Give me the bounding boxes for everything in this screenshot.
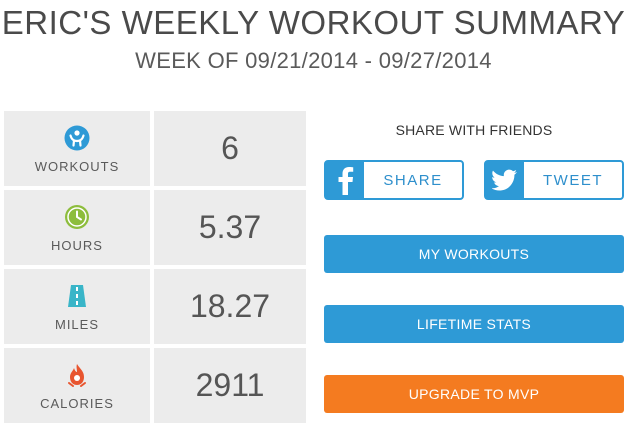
stat-row-hours: HOURS 5.37 <box>4 190 306 265</box>
stat-value: 18.27 <box>154 269 306 344</box>
stat-label-cell: MILES <box>4 269 150 344</box>
stat-value: 5.37 <box>154 190 306 265</box>
stat-value: 6 <box>154 111 306 186</box>
road-icon <box>68 285 86 307</box>
stat-row-miles: MILES 18.27 <box>4 269 306 344</box>
stat-row-workouts: WORKOUTS 6 <box>4 111 306 186</box>
stat-label: MILES <box>54 317 99 332</box>
my-workouts-button[interactable]: MY WORKOUTS <box>324 235 624 273</box>
stat-label-cell: WORKOUTS <box>4 111 150 186</box>
twitter-icon <box>492 169 517 191</box>
flame-icon <box>68 364 86 387</box>
stat-value: 2911 <box>154 348 306 423</box>
week-range: WEEK OF 09/21/2014 - 09/27/2014 <box>135 48 492 73</box>
stats-grid: WORKOUTS 6 HOURS 5.37 MILES 18.27 CALORI… <box>4 111 306 430</box>
stat-label-cell: HOURS <box>4 190 150 265</box>
clock-icon <box>65 205 89 229</box>
lifetime-stats-button[interactable]: LIFETIME STATS <box>324 305 624 343</box>
person-icon <box>64 125 90 151</box>
facebook-icon <box>338 167 354 195</box>
facebook-share-button[interactable]: SHARE <box>324 160 464 200</box>
tweet-label: TWEET <box>543 171 603 189</box>
twitter-tweet-button[interactable]: TWEET <box>484 160 624 200</box>
stat-row-calories: CALORIES 2911 <box>4 348 306 423</box>
twitter-icon-box <box>486 162 524 198</box>
stat-label: CALORIES <box>40 396 114 411</box>
stat-label-cell: CALORIES <box>4 348 150 423</box>
share-title: SHARE WITH FRIENDS <box>395 122 553 138</box>
stat-label: WORKOUTS <box>34 159 120 174</box>
facebook-icon-box <box>326 162 364 198</box>
stat-label: HOURS <box>51 238 103 253</box>
upgrade-to-mvp-button[interactable]: UPGRADE TO MVP <box>324 375 624 413</box>
page-title: ERIC'S WEEKLY WORKOUT SUMMARY <box>1 4 626 41</box>
share-label: SHARE <box>383 171 443 189</box>
